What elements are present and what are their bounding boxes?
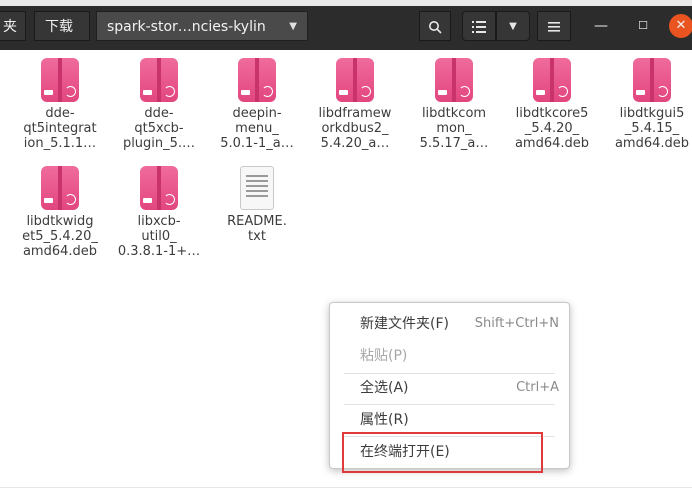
debian-package-icon (633, 58, 671, 102)
divider (0, 487, 692, 488)
breadcrumb-current[interactable]: spark-stor…ncies-kylin ▼ (96, 11, 308, 41)
breadcrumb-prev-label: 夹 (3, 19, 17, 35)
file-item[interactable]: libdtkcore5 _5.4.20_ amd64.deb (503, 58, 601, 151)
file-name: libdtkcom mon_ 5.5.17_a… (419, 106, 489, 151)
breadcrumb-download-label: 下载 (45, 19, 73, 35)
search-icon (429, 21, 442, 34)
file-item[interactable]: libdframew orkdbus2_ 5.4.20_a… (306, 58, 404, 151)
breadcrumb-download[interactable]: 下载 (34, 11, 90, 41)
menu-item-label: 粘贴(P) (360, 348, 408, 364)
search-button[interactable] (419, 11, 451, 41)
file-item[interactable]: dde- qt5integrat ion_5.1.1… (11, 58, 109, 151)
list-view-icon (472, 21, 486, 33)
file-item[interactable]: libdtkgui5 _5.4.15_ amd64.deb (603, 58, 692, 151)
file-name: dde- qt5integrat ion_5.1.1… (23, 106, 97, 151)
file-name: libxcb- util0_ 0.3.8.1-1+… (117, 214, 201, 259)
menu-item-shortcut: Shift+Ctrl+N (474, 316, 559, 331)
minimize-button[interactable]: — (589, 14, 613, 38)
maximize-icon: ☐ (638, 19, 648, 32)
debian-package-icon (336, 58, 374, 102)
file-name: README. txt (227, 214, 287, 244)
file-item[interactable]: dde- qt5xcb- plugin_5.… (110, 58, 208, 151)
menu-item-label: 新建文件夹(F) (360, 316, 449, 332)
menu-item-shortcut: Ctrl+A (516, 380, 559, 395)
close-icon: ✕ (675, 18, 687, 33)
menu-item-label: 全选(A) (360, 380, 409, 396)
debian-package-icon (140, 166, 178, 210)
menu-item-properties[interactable]: 属性(R) (330, 405, 569, 435)
text-file-icon (240, 166, 274, 210)
menu-item-new-folder[interactable]: 新建文件夹(F) Shift+Ctrl+N (330, 309, 569, 339)
file-name: deepin- menu_ 5.0.1-1_a… (220, 106, 294, 151)
chevron-down-icon: ▼ (509, 21, 517, 32)
minimize-icon: — (594, 18, 608, 34)
chevron-down-icon: ▼ (289, 21, 297, 32)
menu-button[interactable] (537, 11, 571, 41)
file-name: libdtkwidg et5_5.4.20_ amd64.deb (22, 214, 98, 259)
menu-item-select-all[interactable]: 全选(A) Ctrl+A (330, 373, 569, 403)
file-item[interactable]: libxcb- util0_ 0.3.8.1-1+… (110, 166, 208, 259)
menu-item-paste: 粘贴(P) (330, 341, 569, 371)
breadcrumb-prev[interactable]: 夹 (0, 11, 26, 41)
view-options-button[interactable]: ▼ (496, 11, 530, 41)
file-name: libdtkgui5 _5.4.15_ amd64.deb (614, 106, 690, 151)
debian-package-icon (238, 58, 276, 102)
file-item[interactable]: README. txt (208, 166, 306, 244)
file-name: dde- qt5xcb- plugin_5.… (122, 106, 196, 151)
top-strip (0, 0, 692, 6)
file-name: libdtkcore5 _5.4.20_ amd64.deb (514, 106, 590, 151)
hamburger-menu-icon (548, 22, 560, 32)
file-item[interactable]: libdtkwidg et5_5.4.20_ amd64.deb (11, 166, 109, 259)
debian-package-icon (140, 58, 178, 102)
debian-package-icon (41, 58, 79, 102)
debian-package-icon (435, 58, 473, 102)
header-bar: 夹 下载 spark-stor…ncies-kylin ▼ ▼ — ☐ ✕ (0, 0, 692, 50)
close-button[interactable]: ✕ (669, 14, 692, 38)
maximize-button[interactable]: ☐ (631, 14, 655, 38)
breadcrumb-current-label: spark-stor…ncies-kylin (107, 19, 266, 35)
file-name: libdframew orkdbus2_ 5.4.20_a… (318, 106, 392, 151)
debian-package-icon (41, 166, 79, 210)
debian-package-icon (533, 58, 571, 102)
menu-item-label: 属性(R) (360, 412, 409, 428)
file-item[interactable]: libdtkcom mon_ 5.5.17_a… (405, 58, 503, 151)
list-view-button[interactable] (462, 11, 496, 41)
highlight-box (342, 432, 543, 473)
file-item[interactable]: deepin- menu_ 5.0.1-1_a… (208, 58, 306, 151)
